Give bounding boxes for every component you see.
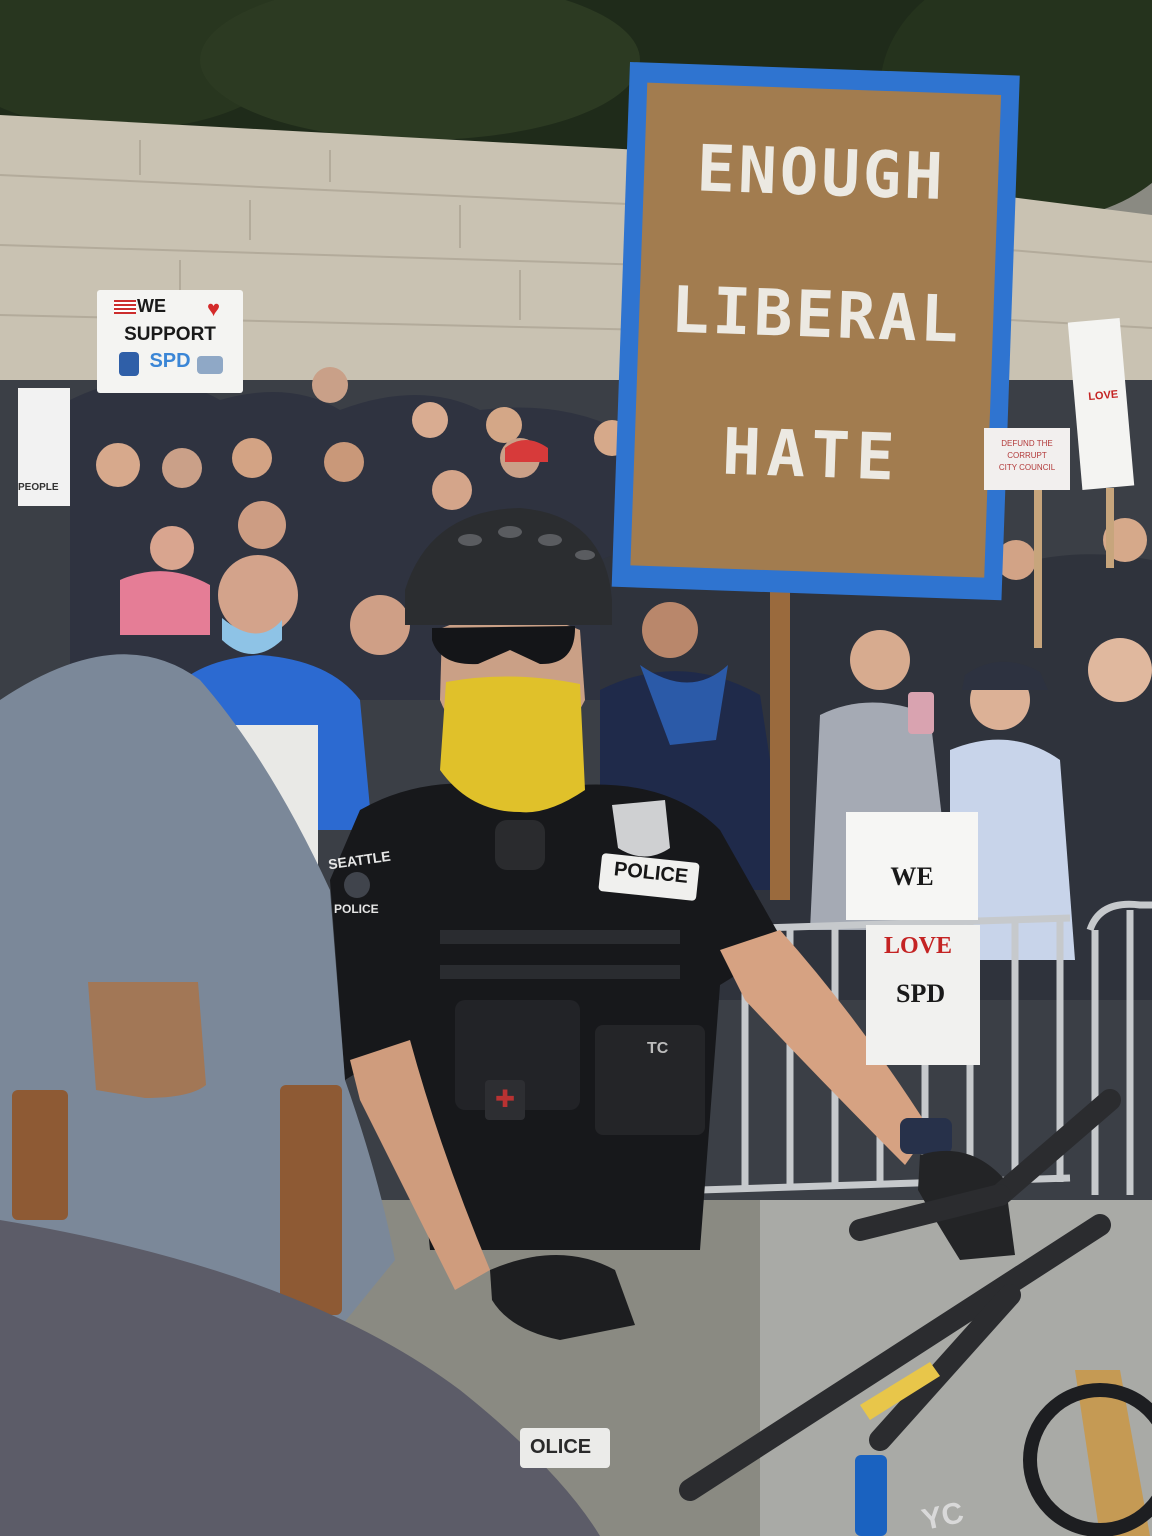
backpack-strap bbox=[12, 1090, 68, 1220]
defund-sign-line-2: CORRUPT bbox=[1007, 451, 1047, 460]
main-sign-board: ENOUGH LIBERAL HATE bbox=[630, 82, 1002, 578]
vest-strap bbox=[440, 965, 680, 979]
sign-stick bbox=[1034, 488, 1042, 648]
crowd-head bbox=[1088, 638, 1152, 702]
left-glove bbox=[490, 1255, 635, 1340]
support-sign-line-2: SUPPORT bbox=[124, 324, 216, 345]
backpack-strap bbox=[280, 1085, 342, 1315]
protest-photo: ENOUGH LIBERAL HATE WE ♥ SUPPORT SPD PEO… bbox=[0, 0, 1152, 1536]
love-sign-line-1: WE bbox=[890, 862, 934, 891]
crowd-head bbox=[486, 407, 522, 443]
chest-badge bbox=[612, 800, 670, 857]
main-sign-line-1: ENOUGH bbox=[695, 132, 948, 216]
belt-tag: TC bbox=[647, 1040, 669, 1057]
crowd-head bbox=[642, 602, 698, 658]
tall-sign-right-text: LOVE bbox=[1087, 388, 1119, 404]
lower-police-label: OLICE bbox=[530, 1436, 592, 1458]
crowd-head bbox=[312, 367, 348, 403]
love-sign-line-3: SPD bbox=[896, 979, 946, 1008]
crowd-head bbox=[218, 555, 298, 635]
sign-stick bbox=[770, 580, 790, 900]
crowd-head bbox=[150, 526, 194, 570]
vest-strap bbox=[440, 930, 680, 944]
police-badge-icon bbox=[119, 352, 139, 376]
love-sign-line-2: LOVE bbox=[884, 933, 953, 959]
phone bbox=[908, 692, 934, 734]
water-bottle bbox=[855, 1455, 887, 1536]
sign-stick bbox=[1106, 488, 1114, 568]
watch bbox=[900, 1118, 952, 1154]
crowd-head bbox=[850, 630, 910, 690]
defund-sign-line-1: DEFUND THE bbox=[1001, 439, 1053, 448]
american-flag-icon bbox=[114, 300, 136, 314]
crowd-head bbox=[324, 442, 364, 482]
seattle-badge-emblem bbox=[344, 872, 370, 898]
medical-cross-icon: ✚ bbox=[495, 1086, 516, 1113]
crowd-head bbox=[162, 448, 202, 488]
main-sign-line-2: LIBERAL bbox=[669, 273, 963, 358]
police-car-icon bbox=[197, 356, 223, 374]
radio-mic bbox=[495, 820, 545, 870]
defund-city-council-sign: DEFUND THE CORRUPT CITY COUNCIL bbox=[984, 428, 1070, 490]
crowd-head bbox=[96, 443, 140, 487]
we-love-spd-sign-lower: LOVE SPD bbox=[866, 925, 980, 1065]
defund-sign-line-3: CITY COUNCIL bbox=[998, 463, 1056, 472]
pink-shirt-woman bbox=[120, 571, 210, 635]
support-sign-line-1: WE bbox=[137, 296, 166, 316]
crowd-head bbox=[350, 595, 410, 655]
main-sign-line-3: HATE bbox=[721, 415, 902, 496]
seattle-patch-line-2: POLICE bbox=[334, 902, 379, 916]
crowd-head bbox=[238, 501, 286, 549]
backpack-patch bbox=[88, 982, 206, 1098]
left-edge-sign: PEOPLE bbox=[18, 388, 70, 506]
we-love-spd-sign: WE bbox=[846, 812, 978, 920]
yellow-mask bbox=[440, 676, 585, 813]
main-protest-sign: ENOUGH LIBERAL HATE bbox=[611, 62, 1020, 601]
heart-icon: ♥ bbox=[207, 296, 221, 321]
crowd-head bbox=[432, 470, 472, 510]
crowd-head bbox=[232, 438, 272, 478]
bike-decal: YC bbox=[918, 1496, 967, 1536]
left-edge-sign-text: PEOPLE bbox=[18, 482, 59, 493]
we-support-spd-sign: WE ♥ SUPPORT SPD bbox=[97, 290, 243, 393]
crowd-head bbox=[412, 402, 448, 438]
